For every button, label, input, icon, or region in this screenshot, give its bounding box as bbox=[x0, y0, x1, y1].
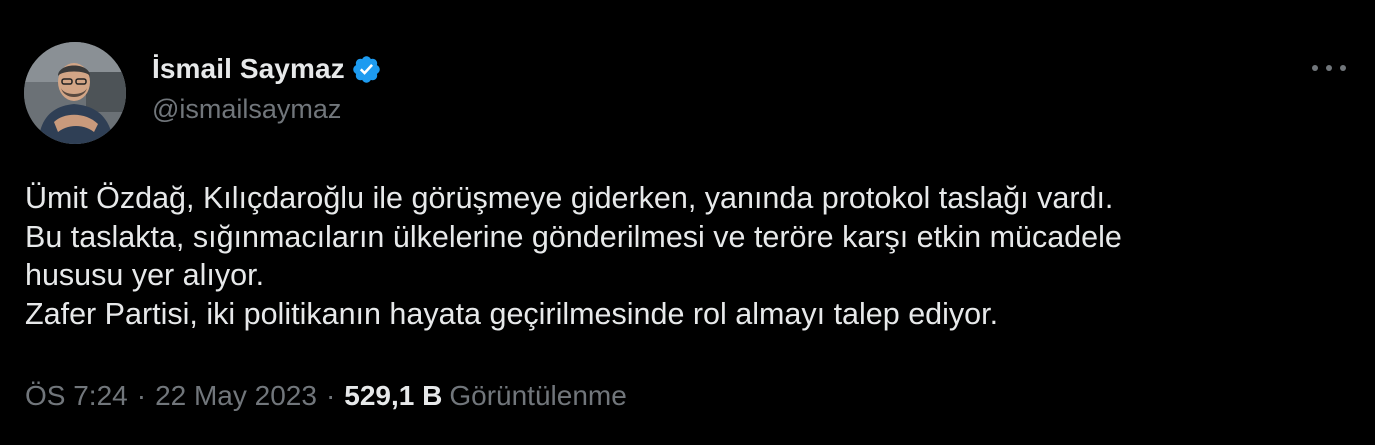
tweet-time[interactable]: ÖS 7:24 bbox=[25, 380, 128, 412]
tweet-card: İsmail Saymaz @ismailsaymaz Ümit Özdağ, … bbox=[0, 0, 1375, 445]
name-row: İsmail Saymaz bbox=[152, 50, 382, 88]
verified-badge-icon[interactable] bbox=[351, 54, 382, 85]
more-dot bbox=[1312, 65, 1318, 71]
avatar[interactable] bbox=[24, 42, 126, 144]
more-dot bbox=[1340, 65, 1346, 71]
tweet-text-line: Ümit Özdağ, Kılıçdaroğlu ile görüşmeye g… bbox=[25, 181, 1114, 215]
tweet-text-line: hususu yer alıyor. bbox=[25, 258, 265, 292]
tweet-text: Ümit Özdağ, Kılıçdaroğlu ile görüşmeye g… bbox=[25, 179, 1355, 333]
tweet-text-line: Zafer Partisi, iki politikanın hayata ge… bbox=[25, 296, 999, 331]
meta-separator: · bbox=[325, 380, 336, 411]
views-count: 529,1 B bbox=[344, 380, 443, 411]
meta-separator: · bbox=[136, 380, 147, 411]
more-options-icon[interactable] bbox=[1312, 56, 1346, 80]
more-dot bbox=[1326, 65, 1332, 71]
views-label: Görüntülenme bbox=[449, 380, 627, 411]
user-info: İsmail Saymaz @ismailsaymaz bbox=[152, 50, 382, 125]
tweet-date[interactable]: 22 May 2023 bbox=[155, 380, 317, 412]
avatar-photo bbox=[24, 42, 126, 144]
handle[interactable]: @ismailsaymaz bbox=[152, 94, 382, 125]
tweet-text-line: Bu taslakta, sığınmacıların ülkelerine g… bbox=[25, 219, 1122, 254]
display-name[interactable]: İsmail Saymaz bbox=[152, 53, 345, 85]
tweet-meta: ÖS 7:24 · 22 May 2023 · 529,1 B Görüntül… bbox=[25, 380, 627, 412]
